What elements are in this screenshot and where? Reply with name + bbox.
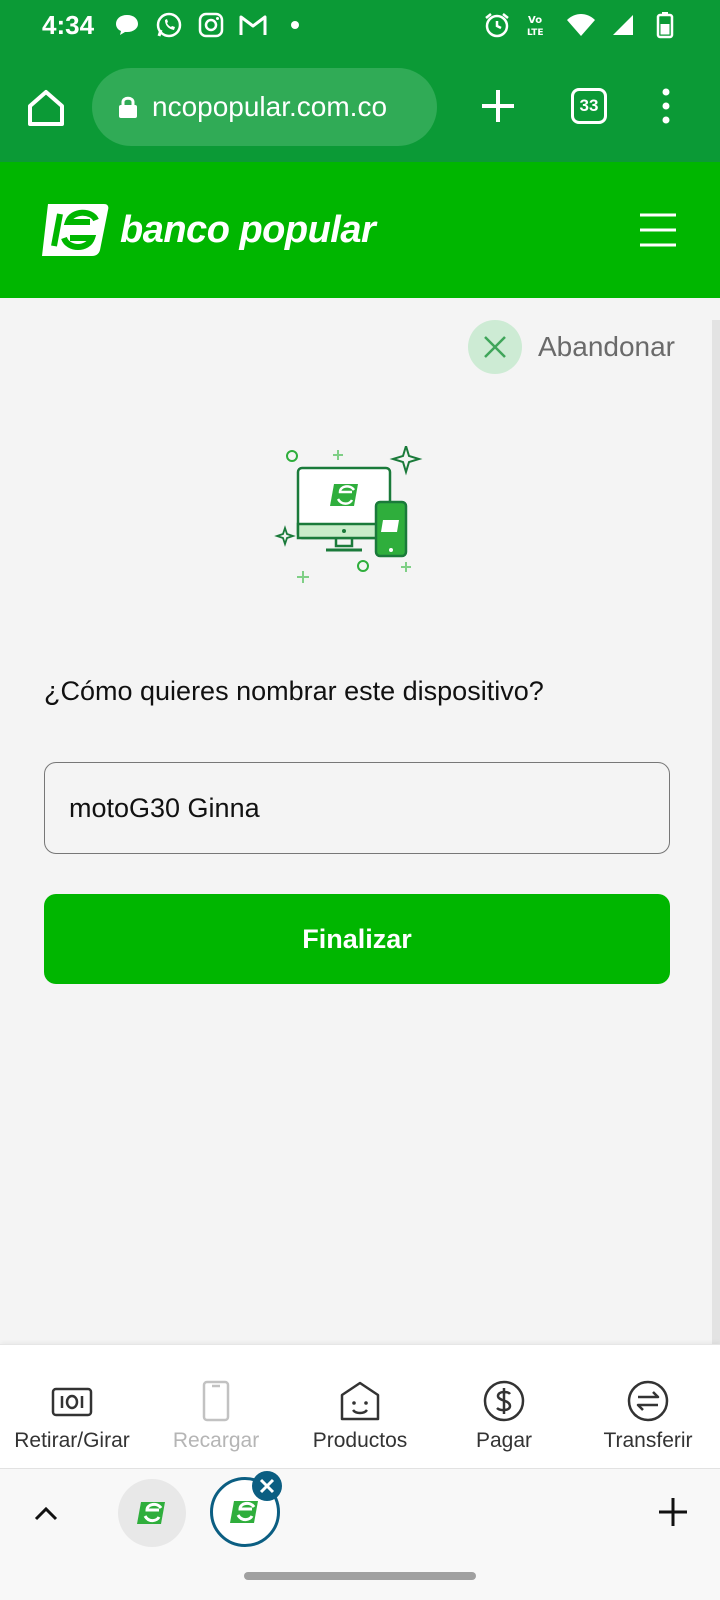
devices-illustration [274, 446, 423, 583]
home-button[interactable] [24, 86, 68, 130]
wifi-icon [566, 10, 596, 40]
chat-bubble-icon [112, 10, 142, 40]
transfer-icon [627, 1380, 669, 1422]
page-scrollbar[interactable] [712, 320, 720, 1344]
new-tab-button[interactable] [478, 86, 518, 126]
bottom-nav: Retirar/Girar Recargar Productos Pagar T… [0, 1344, 720, 1468]
nav-item-recargar[interactable]: Recargar [144, 1345, 288, 1469]
browser-toolbar: ncopopular.com.co 33 [0, 56, 720, 162]
volte-icon: Vo LTE [524, 10, 554, 40]
expand-tabs-button[interactable] [30, 1497, 62, 1529]
brand-name: banco popular [120, 208, 376, 251]
home-icon [28, 90, 64, 126]
url-bar[interactable]: ncopopular.com.co [92, 68, 437, 146]
svg-text:Vo: Vo [528, 15, 542, 26]
nav-item-productos[interactable]: Productos [288, 1345, 432, 1469]
nav-item-retirar[interactable]: Retirar/Girar [0, 1345, 144, 1469]
url-text: ncopopular.com.co [152, 91, 388, 122]
gesture-bar [0, 1556, 720, 1600]
nav-item-pagar[interactable]: Pagar [432, 1345, 576, 1469]
nav-label: Pagar [475, 1429, 533, 1452]
nav-label: Recargar [172, 1429, 260, 1452]
dot-icon [280, 10, 310, 40]
finish-button[interactable]: Finalizar [44, 894, 670, 984]
battery-icon [650, 10, 680, 40]
add-tab-button[interactable] [656, 1495, 690, 1529]
browser-tab-strip [0, 1468, 720, 1556]
cash-icon [51, 1387, 93, 1417]
menu-button[interactable] [638, 212, 678, 248]
svg-text:LTE: LTE [527, 28, 544, 38]
chevron-up-icon [34, 1506, 58, 1521]
status-time: 4:34 [42, 10, 95, 40]
tab-thumbnail[interactable] [118, 1479, 186, 1547]
tab-switcher-button[interactable]: 33 [571, 88, 607, 124]
main-content: Abandonar ¿Cómo quieres nombrar este dis… [0, 298, 712, 1344]
instagram-icon [196, 10, 226, 40]
notification-icons [112, 10, 310, 40]
site-header: banco popular [0, 162, 720, 298]
banco-popular-favicon-icon [230, 1501, 258, 1523]
dollar-circle-icon [483, 1380, 525, 1422]
device-name-input[interactable] [44, 762, 670, 854]
banco-popular-favicon-icon [137, 1502, 165, 1524]
nav-label: Retirar/Girar [14, 1429, 130, 1452]
more-vert-icon [662, 88, 670, 124]
plus-icon [482, 90, 514, 122]
device-name-question: ¿Cómo quieres nombrar este dispositivo? [44, 676, 544, 706]
close-icon [259, 1478, 275, 1494]
abandon-label: Abandonar [538, 331, 676, 362]
gmail-icon [238, 10, 268, 40]
system-icons: Vo LTE [482, 10, 680, 40]
abandon-button[interactable]: Abandonar [468, 320, 675, 374]
nav-label: Productos [312, 1429, 408, 1452]
status-bar: 4:34 Vo LTE [0, 0, 720, 56]
brand-logo[interactable]: banco popular [38, 200, 376, 260]
close-icon [468, 320, 522, 374]
nav-label: Transferir [603, 1429, 693, 1452]
plus-icon [659, 1498, 687, 1526]
phone-icon [202, 1380, 230, 1422]
whatsapp-icon [154, 10, 184, 40]
alarm-icon [482, 10, 512, 40]
home-indicator[interactable] [244, 1572, 476, 1580]
nav-item-transferir[interactable]: Transferir [576, 1345, 720, 1469]
lock-icon [119, 96, 137, 118]
overflow-menu-button[interactable] [656, 86, 676, 126]
signal-icon [608, 10, 638, 40]
banco-popular-logo-icon [42, 204, 109, 256]
close-tab-button[interactable] [252, 1471, 282, 1501]
hamburger-icon [640, 213, 676, 247]
bag-smile-icon [340, 1381, 380, 1421]
